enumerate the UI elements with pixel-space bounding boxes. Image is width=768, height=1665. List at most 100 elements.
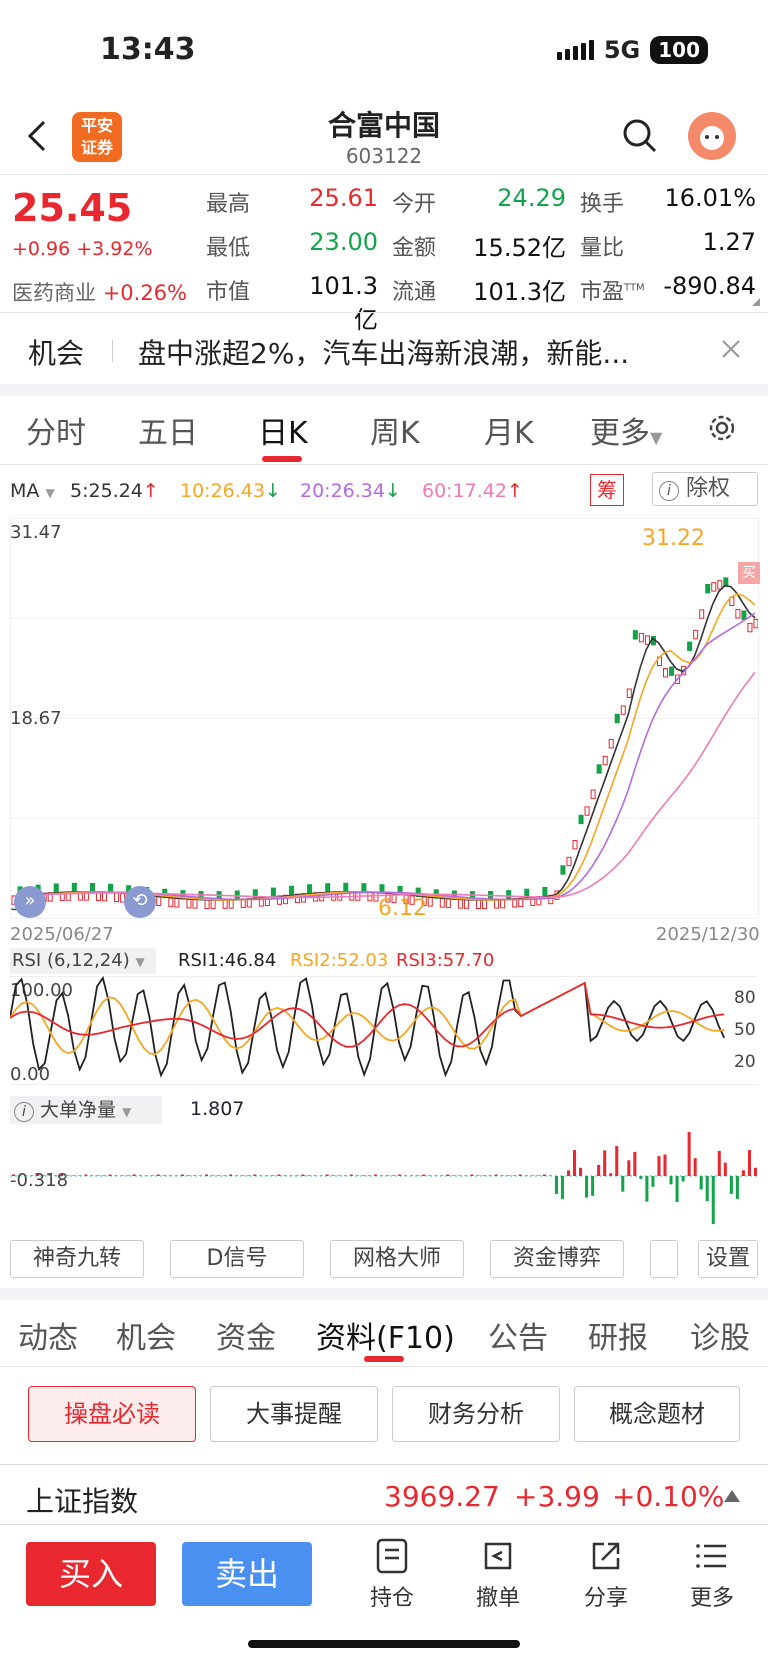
f10-financial[interactable]: 财务分析 — [392, 1386, 560, 1442]
candle — [638, 632, 644, 643]
status-indicators: 5G 100 — [556, 36, 708, 64]
flow-bar — [379, 1175, 383, 1176]
flow-bar — [566, 1170, 570, 1176]
rsi-chart[interactable] — [10, 976, 730, 1084]
avatar[interactable] — [688, 112, 736, 160]
flow-bar — [132, 1174, 136, 1176]
candle — [662, 668, 669, 678]
quote-value: 23.00 — [309, 228, 378, 256]
tab-news[interactable]: 动态 — [18, 1313, 78, 1357]
flow-bar — [428, 1175, 432, 1176]
tab-announcement[interactable]: 公告 — [488, 1313, 548, 1357]
nav-share[interactable]: 分享 — [566, 1538, 646, 1612]
candle — [228, 899, 234, 909]
flow-bar — [60, 1174, 64, 1176]
search-button[interactable] — [622, 118, 658, 154]
tab-opportunity[interactable]: 机会 — [116, 1313, 176, 1357]
flow-bar — [211, 1175, 215, 1176]
expand-corner-icon[interactable] — [752, 298, 760, 306]
nav-more[interactable]: 更多 — [672, 1538, 752, 1612]
flow-selector[interactable]: i 大单净量 ▼ — [10, 1096, 162, 1124]
restore-icon[interactable]: ⟲ — [124, 886, 156, 918]
rsi-selector[interactable]: RSI (6,12,24) ▼ — [10, 948, 156, 974]
tool-settings[interactable]: 设置 — [698, 1240, 758, 1278]
buy-button[interactable]: 买入 — [26, 1542, 156, 1606]
tab-week-k[interactable]: 周K — [370, 408, 420, 452]
flow-bar — [186, 1175, 190, 1176]
candle — [578, 814, 584, 825]
tool-grid-master[interactable]: 网格大师 — [330, 1240, 464, 1278]
status-time: 13:43 — [100, 32, 196, 67]
expand-up-icon[interactable] — [724, 1490, 740, 1502]
flow-bar — [542, 1174, 546, 1176]
tab-f10[interactable]: 资料(F10) — [316, 1313, 455, 1357]
candle — [156, 896, 162, 907]
tool-d-signal[interactable]: D信号 — [170, 1240, 304, 1278]
flow-bar — [609, 1173, 613, 1176]
flow-bar — [416, 1175, 420, 1176]
flow-bar — [500, 1175, 504, 1176]
tab-timeshare[interactable]: 分时 — [26, 408, 86, 452]
nav-holdings[interactable]: 持仓 — [352, 1538, 432, 1612]
f10-concepts[interactable]: 概念题材 — [574, 1386, 740, 1442]
news-bar[interactable]: 机会 盘中涨超2%，汽车出海新浪潮，新能... — [0, 318, 768, 384]
candle — [735, 609, 741, 619]
tab-research[interactable]: 研报 — [588, 1313, 648, 1357]
tab-five-day[interactable]: 五日 — [138, 408, 198, 452]
sell-button[interactable]: 卖出 — [182, 1542, 312, 1606]
flow-bar — [265, 1175, 269, 1176]
flow-chart[interactable] — [10, 1126, 758, 1230]
candle — [542, 886, 548, 897]
candle — [288, 885, 295, 896]
flow-bar — [12, 1174, 16, 1176]
flow-bar — [259, 1175, 263, 1176]
candle — [343, 882, 349, 893]
gear-icon[interactable] — [706, 412, 738, 444]
f10-events[interactable]: 大事提醒 — [210, 1386, 378, 1442]
kline-chart[interactable] — [10, 518, 758, 918]
quote-label: 量比 — [580, 236, 625, 261]
index-name: 上证指数 — [26, 1485, 139, 1518]
nav-cancel-order[interactable]: 撤单 — [458, 1538, 538, 1612]
info-icon: i — [14, 1102, 34, 1122]
sector[interactable]: 医药商业 +0.26% — [12, 277, 187, 307]
flow-bar — [386, 1175, 390, 1176]
flow-bar — [331, 1175, 335, 1176]
tab-fund[interactable]: 资金 — [216, 1313, 276, 1357]
candle — [747, 622, 753, 633]
rsi2-value: RSI2:52.03 — [290, 950, 389, 971]
candle — [644, 635, 650, 645]
tab-month-k[interactable]: 月K — [484, 408, 534, 452]
candle — [590, 789, 596, 799]
index-value: 3969.27 — [384, 1480, 500, 1513]
news-tag: 机会 — [28, 337, 85, 370]
buy-marker[interactable]: 买 — [738, 562, 760, 584]
holdings-icon — [376, 1538, 408, 1574]
tab-diagnose[interactable]: 诊股 — [690, 1313, 750, 1357]
ma-selector[interactable]: MA ▼ — [10, 480, 55, 502]
index-ticker[interactable]: 上证指数 3969.27 +3.99 +0.10% — [0, 1470, 768, 1524]
flow-bar — [337, 1175, 341, 1176]
tool-fund-game[interactable]: 资金博弈 — [490, 1240, 624, 1278]
flow-bar — [24, 1175, 28, 1176]
flow-bar — [241, 1175, 245, 1176]
flow-bar — [693, 1158, 697, 1176]
tab-day-k[interactable]: 日K — [258, 408, 308, 452]
close-icon[interactable] — [720, 338, 742, 360]
flow-bar — [548, 1175, 552, 1176]
expand-left-icon[interactable]: » — [14, 886, 46, 918]
price-change: +0.96 +3.92% — [12, 238, 153, 260]
f10-trading-guide[interactable]: 操盘必读 — [28, 1386, 196, 1442]
candle — [693, 629, 699, 640]
exright-button[interactable]: i 除权 — [652, 472, 758, 506]
flow-bar — [512, 1175, 516, 1176]
chip-button[interactable]: 筹 — [590, 474, 624, 506]
tool-more[interactable] — [650, 1240, 678, 1278]
tab-more[interactable]: 更多▼ — [590, 408, 662, 452]
ma10-value: 10:26.43↓ — [180, 480, 281, 502]
tool-nine-turn[interactable]: 神奇九转 — [10, 1240, 144, 1278]
flow-bar — [373, 1174, 377, 1176]
candle — [602, 755, 608, 766]
flow-bar — [343, 1175, 347, 1176]
flow-bar — [361, 1175, 365, 1176]
